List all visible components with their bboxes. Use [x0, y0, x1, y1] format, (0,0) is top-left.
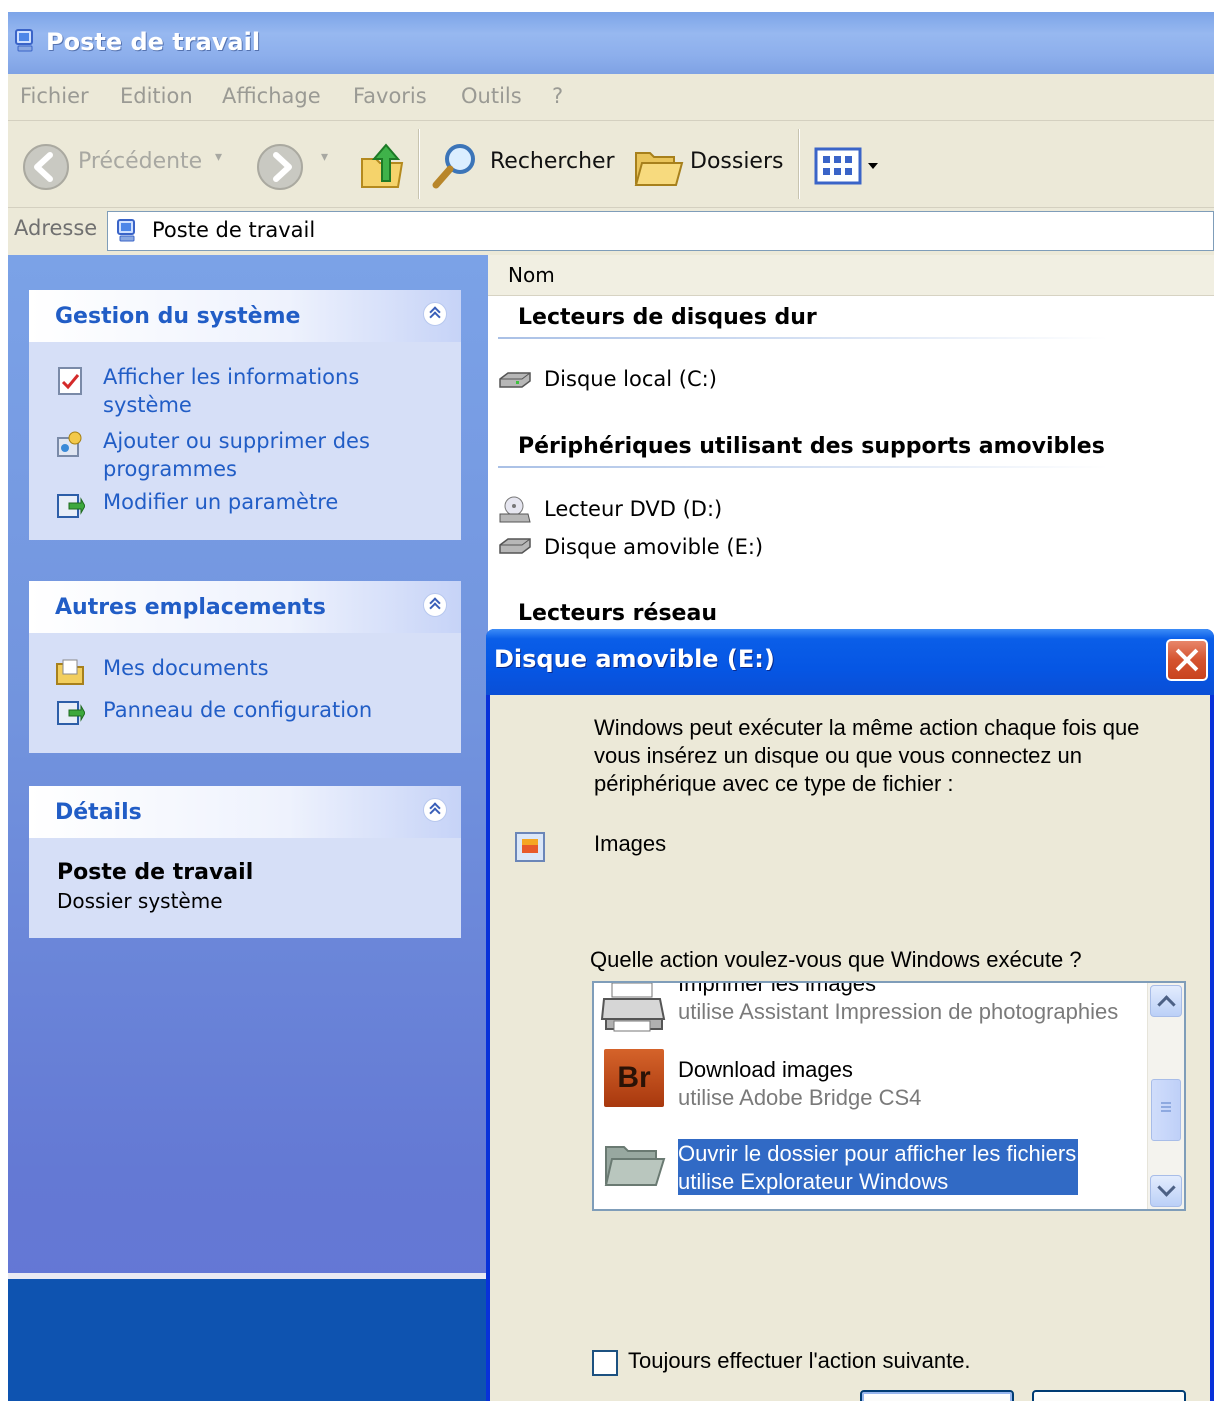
my-computer-icon	[117, 219, 135, 242]
back-arrow-icon[interactable]	[22, 143, 70, 191]
system-tasks-title: Gestion du système	[55, 304, 301, 329]
my-computer-icon	[15, 29, 33, 52]
details-title: Détails	[55, 800, 142, 825]
scroll-thumb[interactable]	[1151, 1079, 1181, 1141]
group-hard-drives: Lecteurs de disques dur	[518, 305, 817, 330]
dvd-drive-icon	[499, 496, 531, 523]
menu-affichage[interactable]: Affichage	[222, 84, 321, 108]
removable-disk-icon	[499, 538, 531, 554]
details-panel: Détails Poste de travail Dossier système	[29, 786, 461, 938]
link-control-panel[interactable]: Panneau de configuration	[103, 696, 372, 724]
dialog-title-bar[interactable]: Disque amovible (E:)	[486, 629, 1214, 695]
system-tasks-panel: Gestion du système Afficher les informat…	[29, 290, 461, 540]
dialog-body: Windows peut exécuter la même action cha…	[490, 695, 1210, 1401]
system-info-icon	[58, 367, 82, 395]
close-icon[interactable]	[1166, 639, 1208, 681]
my-documents-icon	[56, 659, 84, 685]
scroll-up-icon[interactable]	[1150, 985, 1182, 1017]
group-divider	[498, 337, 1108, 339]
action-title-selected[interactable]: Ouvrir le dossier pour afficher les fich…	[678, 1141, 1076, 1167]
printer-icon	[600, 983, 666, 1032]
menu-favoris[interactable]: Favoris	[353, 84, 427, 108]
views-icon[interactable]	[814, 147, 888, 187]
menu-edition[interactable]: Edition	[120, 84, 193, 108]
dialog-intro-line-2: vous insérez un disque ou que vous conne…	[594, 743, 1082, 768]
system-tasks-header[interactable]: Gestion du système	[29, 290, 461, 342]
forward-dropdown-icon[interactable]: ▾	[321, 149, 328, 165]
cancel-button[interactable]: Annuler	[1032, 1390, 1186, 1401]
search-icon[interactable]	[430, 141, 480, 191]
toolbar: Précédente ▾ ▾ Rechercher Dossiers	[8, 121, 1214, 208]
group-divider	[498, 466, 1108, 468]
action-subtitle[interactable]: utilise Assistant Impression de photogra…	[678, 999, 1118, 1025]
other-places-header[interactable]: Autres emplacements	[29, 581, 461, 633]
action-list[interactable]: Imprimer les images utilise Assistant Im…	[592, 981, 1186, 1211]
always-label[interactable]: Toujours effectuer l'action suivante.	[628, 1348, 971, 1374]
adobe-bridge-icon: Br	[604, 1049, 664, 1107]
action-subtitle-selected[interactable]: utilise Explorateur Windows	[678, 1169, 948, 1195]
taskbar-area	[8, 1279, 488, 1401]
hard-disk-icon	[499, 372, 531, 388]
search-button[interactable]: Rechercher	[490, 149, 615, 174]
menu-help[interactable]: ?	[552, 84, 563, 108]
task-pane: Gestion du système Afficher les informat…	[8, 255, 488, 1401]
details-header[interactable]: Détails	[29, 786, 461, 838]
list-scrollbar[interactable]	[1147, 983, 1184, 1209]
details-name: Poste de travail	[57, 860, 254, 885]
collapse-chevron-icon[interactable]	[423, 593, 447, 617]
drive-d[interactable]: Lecteur DVD (D:)	[544, 497, 722, 521]
collapse-chevron-icon[interactable]	[423, 798, 447, 822]
column-header-name[interactable]: Nom	[488, 255, 1214, 296]
action-title[interactable]: Download images	[678, 1057, 853, 1083]
drive-c[interactable]: Disque local (C:)	[544, 367, 717, 391]
menu-bar: Fichier Edition Affichage Favoris Outils…	[8, 74, 1214, 121]
control-panel-icon	[57, 701, 85, 725]
other-places-title: Autres emplacements	[55, 595, 326, 620]
always-checkbox[interactable]	[592, 1350, 618, 1376]
ok-button[interactable]: OK	[860, 1390, 1014, 1401]
address-bar: Adresse Poste de travail	[8, 208, 1214, 254]
address-field[interactable]: Poste de travail	[107, 211, 1214, 251]
menu-outils[interactable]: Outils	[461, 84, 522, 108]
title-bar[interactable]: Poste de travail	[8, 12, 1214, 74]
dialog-intro-line-1: Windows peut exécuter la même action cha…	[594, 715, 1140, 740]
folder-icon	[604, 1146, 666, 1186]
group-removable: Périphériques utilisant des supports amo…	[518, 434, 1105, 459]
link-add-remove-programs[interactable]: Ajouter ou supprimer des programmes	[103, 427, 383, 483]
group-network: Lecteurs réseau	[518, 601, 717, 626]
back-button[interactable]: Précédente	[78, 149, 202, 174]
link-system-info[interactable]: Afficher les informations système	[103, 363, 383, 419]
scroll-down-icon[interactable]	[1150, 1175, 1182, 1207]
content-type-label: Images	[594, 831, 667, 856]
column-name-label: Nom	[508, 263, 555, 287]
autoplay-dialog: Disque amovible (E:) Windows peut exécut…	[486, 629, 1214, 1401]
folders-button[interactable]: Dossiers	[690, 149, 783, 174]
folder-up-icon[interactable]	[358, 141, 408, 191]
explorer-window: Poste de travail Fichier Edition Afficha…	[8, 12, 1214, 1401]
add-remove-programs-icon	[57, 431, 82, 457]
dialog-intro-line-3: périphérique avec ce type de fichier :	[594, 771, 954, 796]
action-subtitle[interactable]: utilise Adobe Bridge CS4	[678, 1085, 921, 1111]
other-places-panel: Autres emplacements Mes documents Pannea…	[29, 581, 461, 753]
control-panel-icon	[57, 494, 85, 518]
toolbar-separator	[798, 129, 800, 199]
details-type: Dossier système	[57, 889, 223, 913]
collapse-chevron-icon[interactable]	[423, 302, 447, 326]
action-title[interactable]: Imprimer les images	[678, 983, 876, 997]
images-icon	[515, 832, 545, 862]
action-question: Quelle action voulez-vous que Windows ex…	[590, 947, 1082, 972]
menu-fichier[interactable]: Fichier	[20, 84, 89, 108]
back-dropdown-icon[interactable]: ▾	[215, 149, 222, 165]
forward-arrow-icon[interactable]	[256, 143, 304, 191]
link-my-documents[interactable]: Mes documents	[103, 654, 269, 682]
folders-icon[interactable]	[634, 143, 684, 189]
link-change-setting[interactable]: Modifier un paramètre	[103, 488, 338, 516]
toolbar-separator	[418, 129, 420, 199]
window-title: Poste de travail	[46, 28, 261, 56]
dialog-title: Disque amovible (E:)	[494, 645, 775, 673]
address-label: Adresse	[14, 216, 98, 240]
address-value[interactable]: Poste de travail	[152, 218, 315, 242]
drive-e[interactable]: Disque amovible (E:)	[544, 535, 763, 559]
